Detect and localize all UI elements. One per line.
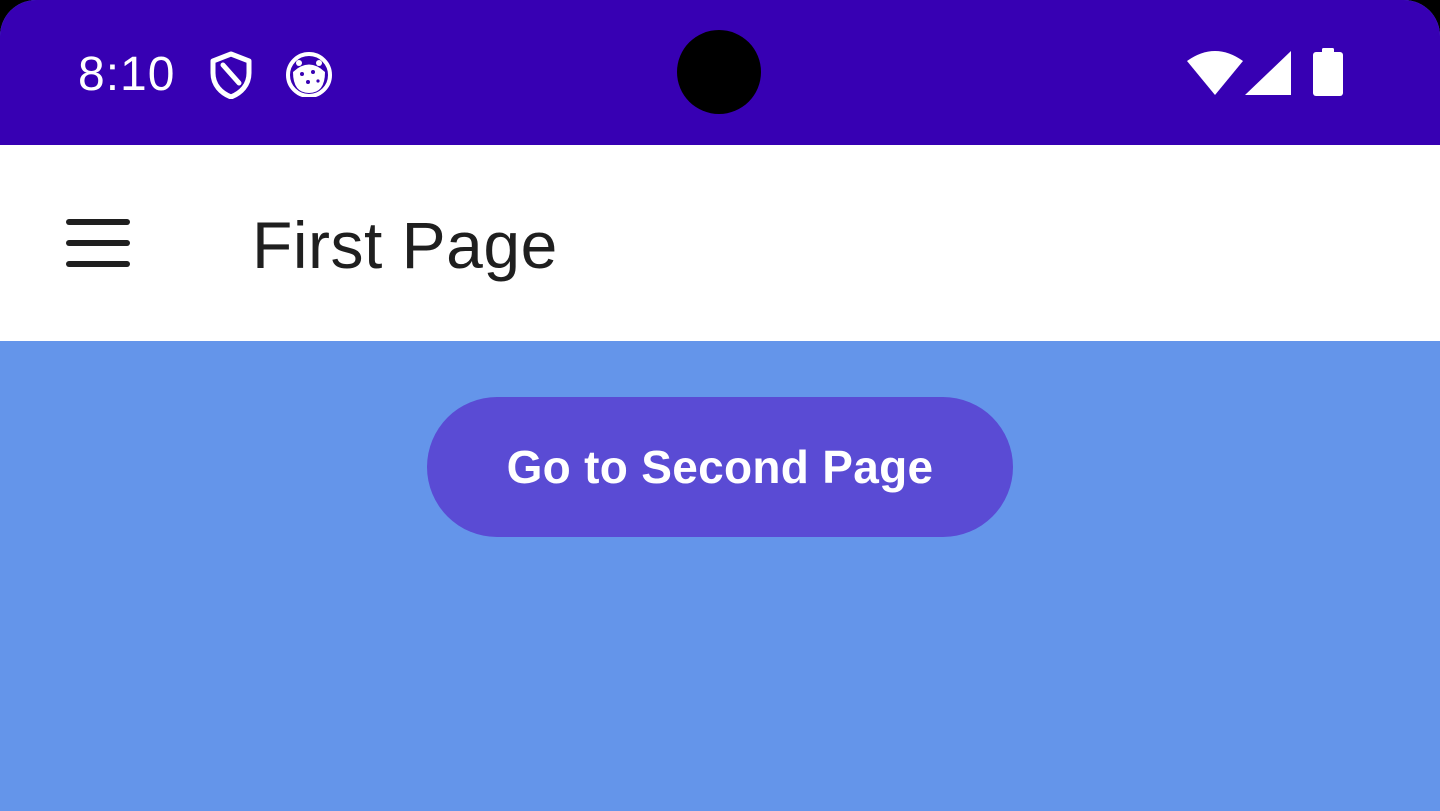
app-screen: 8:10 First Page Go to Second Page [0, 0, 1440, 811]
camera-cutout [677, 30, 761, 114]
status-time: 8:10 [78, 48, 176, 101]
battery-icon [1313, 48, 1343, 96]
wifi-icon [1187, 51, 1243, 95]
shield-icon [210, 51, 252, 99]
app-bar: First Page [0, 145, 1440, 341]
go-to-second-page-button[interactable]: Go to Second Page [427, 397, 1013, 537]
menu-icon [66, 219, 130, 267]
cookie-icon [286, 52, 332, 97]
menu-button[interactable] [50, 195, 146, 291]
status-bar: 8:10 [0, 0, 1440, 145]
page-title: First Page [252, 208, 558, 282]
main-content: Go to Second Page [0, 341, 1440, 811]
signal-icon [1245, 51, 1291, 95]
